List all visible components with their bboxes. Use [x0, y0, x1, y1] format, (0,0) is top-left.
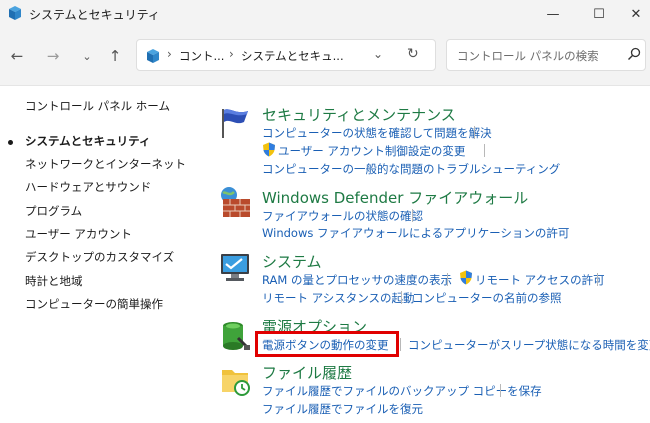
link-separator	[474, 126, 475, 139]
link-allow-remote-access[interactable]: リモート アクセスの許可	[475, 272, 605, 288]
link-remote-assistance[interactable]: リモート アシスタンスの起動	[262, 290, 414, 306]
link-separator	[597, 273, 598, 286]
category-title-file-history[interactable]: ファイル履歴	[262, 362, 352, 383]
breadcrumb-separator: ›	[229, 47, 234, 61]
up-button[interactable]: ↑	[104, 45, 126, 67]
address-dropdown-button[interactable]: ⌄	[373, 47, 383, 61]
sidebar-home-link[interactable]: コントロール パネル ホーム	[25, 98, 170, 114]
breadcrumb-system-security[interactable]: システムとセキュ...	[241, 48, 344, 64]
monitor-icon[interactable]	[218, 251, 252, 285]
battery-icon[interactable]	[218, 318, 252, 352]
control-panel-icon	[147, 49, 159, 63]
sidebar-item-programs[interactable]: プログラム	[25, 203, 82, 219]
link-separator	[412, 209, 413, 222]
flag-icon[interactable]	[218, 106, 252, 140]
link-allow-app-firewall[interactable]: Windows ファイアウォールによるアプリケーションの許可	[262, 225, 569, 241]
uac-shield-icon	[460, 270, 472, 285]
close-button[interactable]: ✕	[622, 0, 650, 28]
minimize-button[interactable]: —	[530, 0, 576, 28]
link-separator	[447, 273, 448, 286]
sidebar-item-accessibility[interactable]: コンピューターの簡単操作	[25, 296, 163, 312]
link-separator	[484, 144, 485, 157]
navigation-bar: ← → ⌄ ↑ › コント... › システムとセキュ... ⌄ ↻	[0, 28, 650, 86]
search-icon[interactable]	[627, 47, 641, 61]
sidebar-item-clock-region[interactable]: 時計と地域	[25, 273, 83, 289]
link-separator	[400, 338, 401, 351]
link-file-history-restore[interactable]: ファイル履歴でファイルを復元	[262, 401, 423, 417]
refresh-button[interactable]: ↻	[407, 46, 419, 62]
sidebar-item-hardware[interactable]: ハードウェアとサウンド	[25, 179, 151, 195]
maximize-button[interactable]: ☐	[576, 0, 622, 28]
category-title-firewall[interactable]: Windows Defender ファイアウォール	[262, 187, 528, 208]
link-firewall-status[interactable]: ファイアウォールの状態の確認	[262, 208, 423, 224]
search-input[interactable]	[457, 47, 617, 65]
sidebar-item-desktop[interactable]: デスクトップのカスタマイズ	[25, 249, 174, 265]
file-history-icon[interactable]	[218, 364, 252, 398]
highlight-box	[255, 331, 399, 357]
link-separator	[500, 384, 501, 397]
current-item-bullet	[8, 140, 13, 145]
forward-button[interactable]: →	[42, 45, 64, 67]
breadcrumb-control-panel[interactable]: コント...	[179, 48, 224, 64]
control-panel-icon	[9, 6, 21, 20]
back-button[interactable]: ←	[6, 45, 28, 67]
window-title: システムとセキュリティ	[29, 8, 160, 22]
title-bar: システムとセキュリティ — ☐ ✕	[0, 0, 650, 28]
recent-locations-button[interactable]: ⌄	[76, 45, 98, 67]
link-check-status[interactable]: コンピューターの状態を確認して問題を解決	[262, 125, 492, 141]
link-sleep-time[interactable]: コンピューターがスリープ状態になる時間を変更	[408, 337, 650, 353]
link-uac-settings[interactable]: ユーザー アカウント制御設定の変更	[278, 143, 465, 159]
sidebar-item-user-accounts[interactable]: ユーザー アカウント	[25, 226, 132, 242]
link-ram-processor[interactable]: RAM の量とプロセッサの速度の表示	[262, 272, 452, 288]
search-box[interactable]	[446, 39, 646, 71]
uac-shield-icon	[263, 142, 275, 157]
link-troubleshooting[interactable]: コンピューターの一般的な問題のトラブルシューティング	[262, 161, 560, 177]
link-computer-name[interactable]: コンピューターの名前の参照	[412, 290, 562, 306]
sidebar-item-network[interactable]: ネットワークとインターネット	[25, 156, 186, 172]
breadcrumb-separator: ›	[167, 47, 172, 61]
link-separator	[401, 291, 402, 304]
category-title-system[interactable]: システム	[262, 251, 322, 272]
firewall-icon[interactable]	[218, 185, 252, 219]
sidebar-item-system-security: システムとセキュリティ	[25, 134, 151, 148]
category-title-security[interactable]: セキュリティとメンテナンス	[262, 104, 456, 125]
address-bar[interactable]: › コント... › システムとセキュ... ⌄ ↻	[136, 39, 436, 71]
